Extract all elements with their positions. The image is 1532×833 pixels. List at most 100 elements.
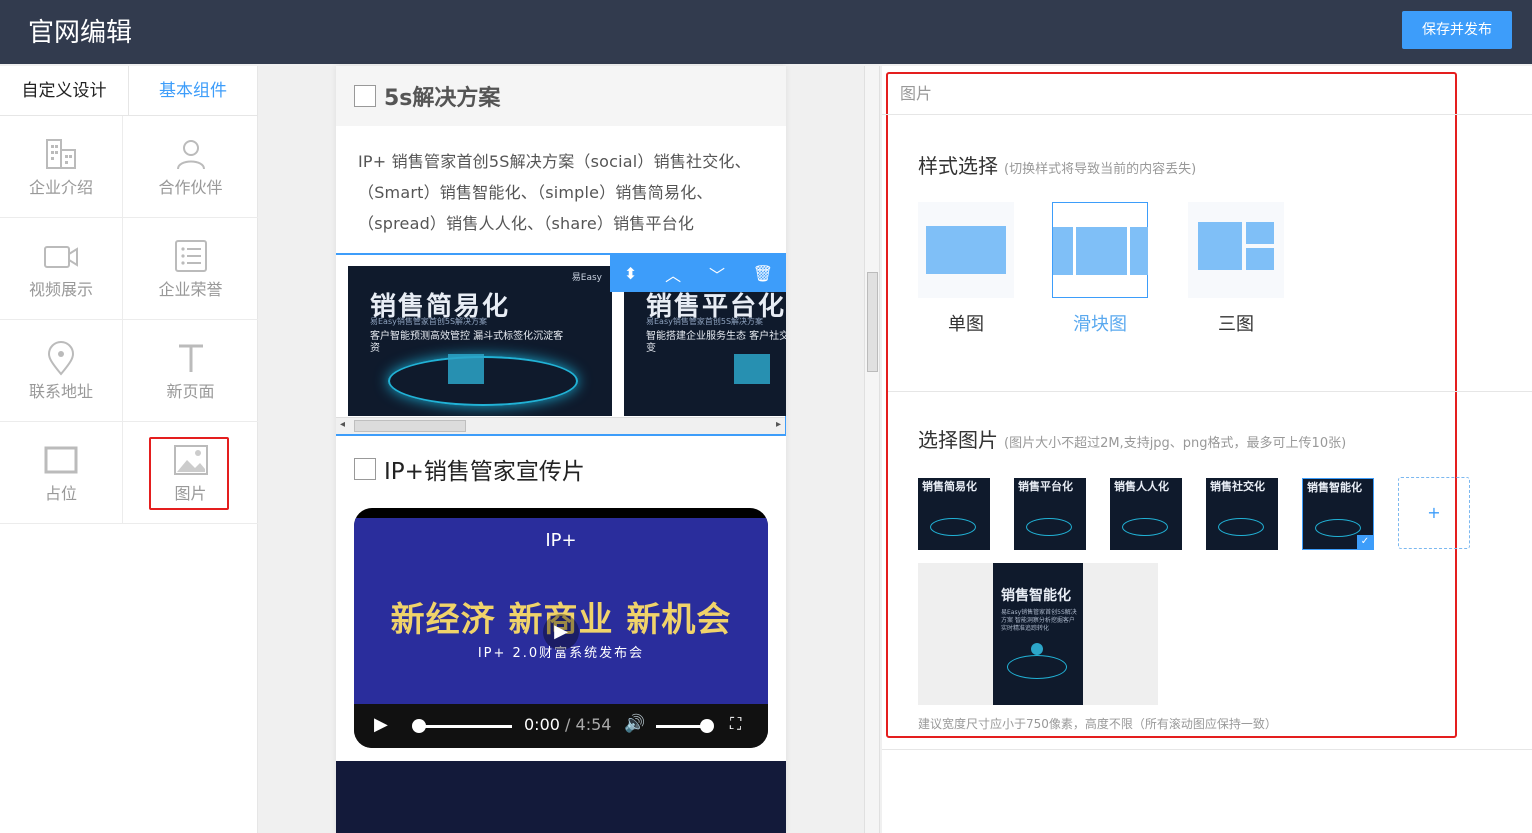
divider [882,114,1532,115]
style-preview-block [1053,227,1073,275]
preview-subtitle: 易Easy销售管家首创5S解决方案 智能洞察分析挖掘客户 实时精准追踪转化 [1001,609,1077,632]
preview-ring [1007,655,1067,679]
volume-icon[interactable]: 🔊 [624,714,645,734]
user-icon [176,139,205,169]
tab-custom-design[interactable]: 自定义设计 [0,66,128,115]
video-icon [44,245,78,268]
progress-track[interactable] [416,725,512,728]
thumbnail-title: 销售社交化 [1210,480,1265,493]
thumbnail-title: 销售平台化 [1018,480,1073,493]
preview-figure [1031,643,1043,655]
style-option-slider[interactable] [1052,202,1148,298]
style-label-slider[interactable]: 滑块图 [1052,310,1148,336]
tab-basic-components[interactable]: 基本组件 [128,66,257,115]
trash-icon[interactable]: 🗑 [753,264,773,283]
progress-knob[interactable] [412,719,426,733]
vertical-scrollbar[interactable] [864,66,880,833]
fullscreen-icon[interactable]: ⛶ [730,714,741,734]
section-header: 5s解决方案 [336,66,786,126]
thumbnail-ring [1122,518,1168,536]
thumbnail-ring [1218,518,1264,536]
component-label: 视频展示 [28,279,93,299]
image-thumbnail[interactable]: 销售社交化 [1206,478,1278,550]
style-preview-block [926,226,1006,274]
volume-knob[interactable] [700,719,714,733]
style-label-single[interactable]: 单图 [918,310,1014,336]
arrow-down-icon[interactable]: ﹀ [709,262,725,286]
section-header: IP+销售管家宣传片 [336,444,786,494]
component-label: 占位 [44,483,77,503]
slide-text: 客户智能预测高效管控 漏斗式标签化沉淀客资 [370,331,564,354]
play-overlay-icon[interactable]: ▶ [543,614,579,650]
divider [888,391,1532,392]
current-time: 0:00 [524,715,560,734]
component-image[interactable]: 图片 [123,422,258,524]
horizontal-scrollbar[interactable]: ◂ ▸ [336,417,785,434]
component-placeholder[interactable]: 占位 [0,422,123,524]
image-thumbnail-selected[interactable]: 销售智能化 ✓ [1302,478,1374,550]
divider [882,749,1532,750]
style-preview-block [1130,227,1148,275]
component-label: 合作伙伴 [158,177,223,197]
sidebar-tabs: 自定义设计 基本组件 [0,66,257,116]
style-preview-block [1198,222,1242,270]
thumbnail-ring [1026,518,1072,536]
component-new-page[interactable]: 新页面 [123,320,258,422]
component-contact-address[interactable]: 联系地址 [0,320,123,422]
panel-title: 图片 [900,84,933,103]
image-thumbnail[interactable]: 销售简易化 [918,478,990,550]
thumbnail-title: 销售人人化 [1114,480,1169,493]
checkmark-icon: ✓ [1357,535,1373,549]
time-display: 0:00 / 4:54 [524,715,611,734]
mobile-preview[interactable]: 5s解决方案 IP+ 销售管家首创5S解决方案（social）销售社交化、（Sm… [336,66,786,833]
section-checkbox[interactable] [354,458,376,480]
image-slider-component[interactable]: 易Easy 销售简易化 易Easy销售管家首创5S解决方案 客户智能预测高效管控… [336,253,786,436]
picture-section-label: 选择图片 [918,428,998,452]
add-image-button[interactable]: + [1398,477,1470,549]
component-toolbar: ⬍ ︿ ﹀ 🗑 [610,255,786,292]
section-title: IP+销售管家宣传片 [384,459,585,485]
slide-subtitle: 易Easy销售管家首创5S解决方案 [370,317,488,326]
scrollbar-thumb[interactable] [354,420,466,432]
slide-logo: 易Easy [571,273,602,283]
component-video[interactable]: 视频展示 [0,218,123,320]
style-section-title: 样式选择 (切换样式将导致当前的内容丢失) [918,150,1196,179]
properties-panel: 图片 样式选择 (切换样式将导致当前的内容丢失) 单图 滑块图 三图 选择图片 (图… [882,66,1532,833]
picture-section-title: 选择图片 (图片大小不超过2M,支持jpg、png格式，最多可上传10张) [918,424,1346,453]
style-preview-block [1076,227,1127,275]
component-company-intro[interactable]: 企业介绍 [0,116,123,218]
text-t-icon [178,344,203,372]
play-icon[interactable]: ▶ [374,714,388,735]
image-thumbnail[interactable]: 销售平台化 [1014,478,1086,550]
style-preview-block [1246,248,1274,270]
app-title: 官网编辑 [28,18,133,48]
scroll-right-icon[interactable]: ▸ [776,419,781,430]
arrow-up-icon[interactable]: ︿ [665,262,681,286]
save-and-publish-button[interactable]: 保存并发布 [1402,11,1512,49]
rectangle-icon [44,446,78,473]
scrollbar-thumb[interactable] [867,272,878,372]
thumbnail-ring [1315,519,1361,537]
style-option-single[interactable] [918,202,1014,298]
component-sidebar: 自定义设计 基本组件 企业介绍 合作伙伴 视频展示 企业荣誉 联系地址 新页面 [0,66,258,833]
video-controls: ▶ 0:00 / 4:54 🔊 ⛶ [354,704,768,748]
move-icon[interactable]: ⬍ [624,264,637,283]
image-thumbnail[interactable]: 销售人人化 [1110,478,1182,550]
component-honors[interactable]: 企业荣誉 [123,218,258,320]
style-option-triple[interactable] [1188,202,1284,298]
component-grid: 企业介绍 合作伙伴 视频展示 企业荣誉 联系地址 新页面 占位 图片 [0,116,258,524]
component-partners[interactable]: 合作伙伴 [123,116,258,218]
section-checkbox[interactable] [354,85,376,107]
image-preview: 销售智能化 易Easy销售管家首创5S解决方案 智能洞察分析挖掘客户 实时精准追… [918,563,1158,705]
style-section-label: 样式选择 [918,154,998,178]
scroll-left-icon[interactable]: ◂ [340,419,345,430]
slide-image: 易Easy 销售简易化 易Easy销售管家首创5S解决方案 客户智能预测高效管控… [348,266,612,416]
selection-highlight [149,437,229,510]
style-label-triple[interactable]: 三图 [1188,310,1284,336]
slide-cube [448,354,484,384]
slide-cube [734,354,770,384]
video-frame: IP+ 新经济 新商业 新机会 IP+ 2.0财富系统发布会 ▶ [354,518,768,708]
section-description: IP+ 销售管家首创5S解决方案（social）销售社交化、（Smart）销售智… [358,152,751,233]
video-player[interactable]: IP+ 新经济 新商业 新机会 IP+ 2.0财富系统发布会 ▶ ▶ 0:00 … [354,508,768,748]
size-recommendation-note: 建议宽度尺寸应小于750像素，高度不限（所有滚动图应保持一致） [918,717,1277,731]
